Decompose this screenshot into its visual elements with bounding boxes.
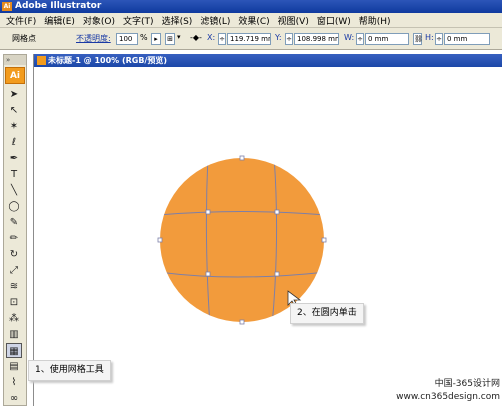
mesh-point — [321, 237, 327, 243]
scale-tool-icon[interactable]: ⤢ — [6, 263, 22, 278]
w-input[interactable]: 0 mm — [365, 33, 409, 45]
menu-select[interactable]: 选择(S) — [158, 14, 197, 27]
transform-reference-icon[interactable]: ⊞ — [165, 33, 175, 45]
control-bar: 网格点 不透明度: 100 % ▸ ⊞ ▾ -◆- X: ÷ 119.719 m… — [0, 28, 502, 50]
pencil-tool-icon[interactable]: ✏ — [6, 231, 22, 246]
opacity-unit: % — [140, 33, 148, 42]
menu-file[interactable]: 文件(F) — [2, 14, 40, 27]
watermark-title: 中国-365设计网 — [434, 379, 500, 389]
mesh-point — [205, 209, 211, 215]
anchor-point-icon: -◆- — [190, 33, 202, 42]
w-stepper-icon[interactable]: ÷ — [356, 33, 364, 45]
menu-edit[interactable]: 编辑(E) — [40, 14, 79, 27]
watermark-url: www.cn365design.com — [396, 392, 500, 402]
mesh-tool-icon[interactable]: ▦ — [6, 343, 22, 358]
constrain-proportions-icon[interactable]: ⛓ — [413, 33, 423, 45]
opacity-label[interactable]: 不透明度: — [76, 33, 111, 44]
w-label: W: — [344, 33, 355, 42]
document-window: 未标题-1 @ 100% (RGB/预览) 2、在圆内单击 1、使用网格工具 — [28, 54, 502, 406]
mesh-point — [239, 155, 245, 161]
graph-tool-icon[interactable]: ▥ — [6, 327, 22, 342]
opacity-dropdown-icon[interactable]: ▸ — [151, 33, 161, 45]
menu-effect[interactable]: 效果(C) — [234, 14, 273, 27]
x-label: X: — [207, 33, 216, 42]
object-type-label: 网格点 — [12, 34, 36, 43]
callout-click-in-circle: 2、在圆内单击 — [290, 303, 364, 324]
x-stepper-icon[interactable]: ÷ — [218, 33, 226, 45]
symbol-sprayer-tool-icon[interactable]: ⁂ — [6, 311, 22, 326]
ai-logo: Ai — [5, 67, 25, 84]
window-title-bar: Ai Adobe Illustrator — [0, 0, 502, 13]
panel-grip-icon[interactable]: » — [4, 55, 26, 65]
type-tool-icon[interactable]: T — [6, 167, 22, 182]
warp-tool-icon[interactable]: ≋ — [6, 279, 22, 294]
y-input[interactable]: 108.998 mm — [294, 33, 339, 45]
rotate-tool-icon[interactable]: ↻ — [6, 247, 22, 262]
free-transform-tool-icon[interactable]: ⊡ — [6, 295, 22, 310]
menu-bar: 文件(F) 编辑(E) 对象(O) 文字(T) 选择(S) 滤镜(L) 效果(C… — [0, 13, 502, 28]
app-icon: Ai — [2, 2, 12, 11]
h-input[interactable]: 0 mm — [444, 33, 490, 45]
blend-tool-icon[interactable]: ∞ — [6, 391, 22, 406]
mesh-point — [239, 319, 245, 325]
chevron-down-icon[interactable]: ▾ — [177, 33, 181, 41]
menu-window[interactable]: 窗口(W) — [313, 14, 355, 27]
direct-selection-tool-icon[interactable]: ↖ — [6, 103, 22, 118]
mesh-point — [274, 271, 280, 277]
mesh-point — [205, 271, 211, 277]
eyedropper-tool-icon[interactable]: ⌇ — [6, 375, 22, 390]
magic-wand-tool-icon[interactable]: ✶ — [6, 119, 22, 134]
h-label: H: — [425, 33, 434, 42]
mesh-circle[interactable] — [160, 158, 324, 322]
artboard-canvas[interactable] — [34, 54, 502, 406]
y-label: Y: — [275, 33, 282, 42]
watermark: 中国-365设计网 www.cn365design.com — [396, 378, 500, 404]
lasso-tool-icon[interactable]: ℓ — [6, 135, 22, 150]
menu-filter[interactable]: 滤镜(L) — [196, 14, 234, 27]
window-title: Adobe Illustrator — [15, 1, 102, 11]
paintbrush-tool-icon[interactable]: ✎ — [6, 215, 22, 230]
opacity-input[interactable]: 100 — [116, 33, 138, 45]
line-tool-icon[interactable]: ╲ — [6, 183, 22, 198]
gradient-tool-icon[interactable]: ▤ — [6, 359, 22, 374]
tool-list: ➤ ↖ ✶ ℓ ✒ T ╲ ◯ ✎ ✏ ↻ ⤢ ≋ ⊡ ⁂ ▥ ▦ ▤ ⌇ ∞ — [4, 87, 26, 406]
menu-object[interactable]: 对象(O) — [79, 14, 119, 27]
selection-tool-icon[interactable]: ➤ — [6, 87, 22, 102]
menu-type[interactable]: 文字(T) — [119, 14, 158, 27]
mesh-point — [157, 237, 163, 243]
ellipse-tool-icon[interactable]: ◯ — [6, 199, 22, 214]
mesh-point — [274, 209, 280, 215]
callout-use-mesh-tool: 1、使用网格工具 — [28, 360, 111, 381]
menu-help[interactable]: 帮助(H) — [355, 14, 395, 27]
pen-tool-icon[interactable]: ✒ — [6, 151, 22, 166]
menu-view[interactable]: 视图(V) — [274, 14, 313, 27]
h-stepper-icon[interactable]: ÷ — [435, 33, 443, 45]
x-input[interactable]: 119.719 mm — [227, 33, 271, 45]
tools-panel: » Ai ➤ ↖ ✶ ℓ ✒ T ╲ ◯ ✎ ✏ ↻ ⤢ ≋ ⊡ ⁂ ▥ ▦ ▤ ⌇ ∞ — [3, 54, 27, 406]
y-stepper-icon[interactable]: ÷ — [285, 33, 293, 45]
